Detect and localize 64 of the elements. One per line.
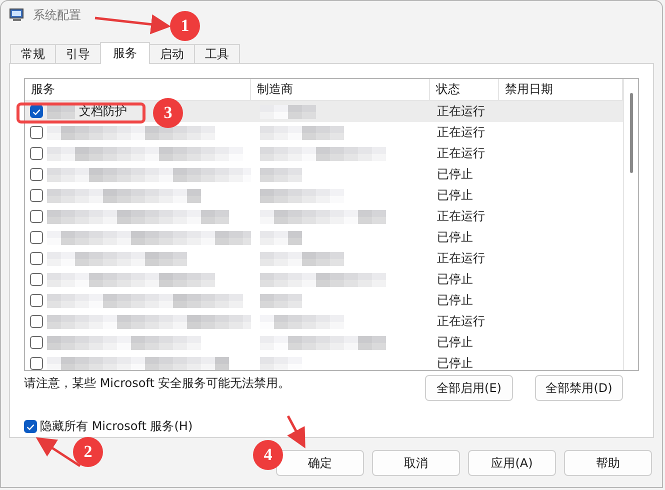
arrow bbox=[286, 415, 306, 448]
table-row[interactable]: 已停止 bbox=[25, 227, 623, 248]
tab[interactable]: 启动 bbox=[149, 44, 195, 63]
checkbox[interactable] bbox=[24, 420, 37, 433]
checkbox-label[interactable]: 隐藏所有 Microsoft 服务(H) bbox=[40, 418, 193, 435]
checkbox[interactable] bbox=[30, 315, 43, 328]
status-text: 已停止 bbox=[436, 355, 474, 370]
table-row[interactable]: 已停止 bbox=[25, 332, 623, 353]
checkbox[interactable] bbox=[30, 294, 43, 307]
list-button[interactable]: 全部禁用(D) bbox=[535, 375, 623, 401]
table-row[interactable]: 正在运行 bbox=[25, 143, 623, 164]
dialog-button[interactable]: 应用(A) bbox=[468, 450, 556, 476]
window-title: 系统配置 bbox=[33, 6, 81, 24]
checkbox[interactable] bbox=[30, 126, 43, 139]
service-name: 文档防护 bbox=[79, 103, 127, 120]
status-text: 正在运行 bbox=[436, 124, 486, 141]
status-text: 正在运行 bbox=[436, 250, 486, 267]
status-text: 已停止 bbox=[436, 166, 474, 183]
checkbox[interactable] bbox=[30, 336, 43, 349]
monitor-icon bbox=[9, 7, 25, 23]
table-row[interactable]: 已停止 bbox=[25, 290, 623, 311]
status-text: 正在运行 bbox=[436, 103, 486, 120]
tab[interactable]: 引导 bbox=[55, 44, 101, 63]
checkbox[interactable] bbox=[30, 252, 43, 265]
status-text: 已停止 bbox=[436, 271, 474, 288]
pixelated-text bbox=[260, 168, 303, 182]
column-header[interactable]: 禁用日期 bbox=[499, 79, 623, 100]
checkbox[interactable] bbox=[30, 105, 43, 118]
pixelated-text bbox=[260, 294, 305, 308]
checkbox[interactable] bbox=[30, 231, 43, 244]
table-row[interactable]: 已停止 bbox=[25, 353, 623, 370]
pixelated-text bbox=[260, 104, 316, 118]
status-text: 已停止 bbox=[436, 292, 474, 309]
column-header[interactable]: 状态 bbox=[430, 79, 499, 100]
column-header[interactable]: 制造商 bbox=[251, 79, 430, 100]
status-text: 正在运行 bbox=[436, 208, 486, 225]
status-text: 已停止 bbox=[436, 229, 474, 246]
dialog-button[interactable]: 帮助 bbox=[564, 450, 652, 476]
status-text: 已停止 bbox=[436, 334, 474, 351]
table-row[interactable]: 正在运行 bbox=[25, 311, 623, 332]
status-text: 正在运行 bbox=[436, 313, 486, 330]
checkbox[interactable] bbox=[30, 189, 43, 202]
table-row[interactable]: 已停止 bbox=[25, 185, 623, 206]
pixelated-text bbox=[260, 230, 304, 244]
dialog-button[interactable]: 取消 bbox=[372, 450, 460, 476]
dialog-button[interactable]: 确定 bbox=[276, 450, 364, 476]
list-button[interactable]: 全部启用(E) bbox=[425, 375, 513, 401]
note-text: 请注意，某些 Microsoft 安全服务可能无法禁用。 bbox=[24, 375, 290, 392]
table-row[interactable]: 正在运行 bbox=[25, 206, 623, 227]
status-text: 已停止 bbox=[436, 187, 474, 204]
table-row[interactable]: 已停止 bbox=[25, 164, 623, 185]
status-text: 正在运行 bbox=[436, 145, 486, 162]
arrow bbox=[36, 437, 81, 468]
pixelated-text bbox=[47, 104, 75, 118]
checkbox[interactable] bbox=[30, 168, 43, 181]
checkbox[interactable] bbox=[30, 210, 43, 223]
tab[interactable]: 工具 bbox=[194, 44, 240, 63]
table-row[interactable]: 正在运行 bbox=[25, 248, 623, 269]
tab[interactable]: 常规 bbox=[10, 44, 56, 63]
checkbox[interactable] bbox=[30, 273, 43, 286]
checkbox[interactable] bbox=[30, 357, 43, 370]
tab[interactable]: 服务 bbox=[100, 42, 150, 64]
checkbox[interactable] bbox=[30, 147, 43, 160]
table-row[interactable]: 已停止 bbox=[25, 269, 623, 290]
